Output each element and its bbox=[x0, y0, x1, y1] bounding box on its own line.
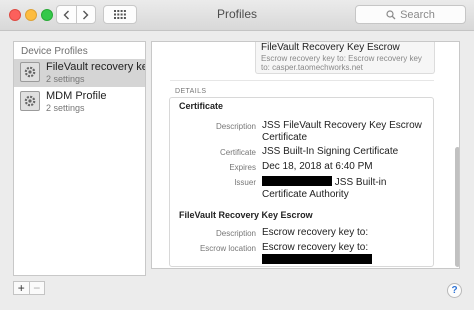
certificate-issuer-value: JSS Built-in Certificate Authority bbox=[262, 176, 432, 201]
add-profile-button[interactable]: + bbox=[14, 282, 29, 294]
certificate-name-value: JSS Built-In Signing Certificate bbox=[262, 146, 399, 157]
certificate-description-label: Description bbox=[215, 122, 256, 131]
profile-settings-count: 2 settings bbox=[46, 103, 85, 113]
search-input[interactable]: Search bbox=[355, 5, 466, 24]
certificate-expires-label: Expires bbox=[229, 163, 256, 172]
profiles-sidebar: Device Profiles FileVault recovery key r… bbox=[13, 41, 146, 276]
help-button[interactable]: ? bbox=[447, 283, 462, 298]
escrow-description-value: Escrow recovery key to: bbox=[262, 227, 369, 238]
redacted-text bbox=[262, 254, 372, 264]
search-icon bbox=[386, 9, 396, 19]
escrow-location-label: Escrow location bbox=[199, 244, 256, 253]
payload-summary-description: Escrow recovery key to: Escrow recovery … bbox=[261, 54, 422, 72]
sidebar-item-mdm-profile[interactable]: MDM Profile 2 settings bbox=[14, 88, 145, 116]
gear-icon bbox=[20, 62, 40, 82]
detail-scrollbar[interactable] bbox=[455, 147, 459, 267]
gear-icon bbox=[20, 91, 40, 111]
search-placeholder: Search bbox=[400, 8, 435, 21]
escrow-location-value: Escrow recovery key to: bbox=[262, 242, 432, 267]
sidebar-section-header: Device Profiles bbox=[21, 46, 88, 57]
sidebar-item-filevault-profile[interactable]: FileVault recovery key re 2 settings bbox=[14, 59, 145, 87]
divider bbox=[170, 80, 434, 81]
certificate-description-value: JSS FileVault Recovery Key Escrow Certif… bbox=[262, 120, 422, 143]
escrow-section-title: FileVault Recovery Key Escrow bbox=[179, 210, 313, 220]
remove-profile-button[interactable]: − bbox=[28, 282, 45, 294]
payload-summary-title: FileVault Recovery Key Escrow bbox=[261, 42, 400, 53]
details-section-header: DETAILS bbox=[175, 88, 207, 95]
title-bar: Profiles Search bbox=[0, 0, 474, 31]
certificate-issuer-label: Issuer bbox=[234, 178, 256, 187]
certificate-expires-value: Dec 18, 2018 at 6:40 PM bbox=[262, 161, 373, 172]
profile-name: MDM Profile bbox=[46, 90, 107, 102]
redacted-text bbox=[262, 176, 332, 186]
escrow-description-label: Description bbox=[215, 229, 256, 238]
sidebar-add-remove-control: + − bbox=[13, 281, 45, 295]
certificate-name-label: Certificate bbox=[219, 148, 256, 157]
escrow-location-text: Escrow recovery key to: bbox=[262, 242, 369, 253]
details-box: Certificate Description JSS FileVault Re… bbox=[169, 97, 434, 267]
payload-summary-card: FileVault Recovery Key Escrow Escrow rec… bbox=[255, 42, 435, 74]
profile-settings-count: 2 settings bbox=[46, 74, 85, 84]
profile-name: FileVault recovery key re bbox=[46, 61, 145, 73]
certificate-section-title: Certificate bbox=[179, 101, 224, 111]
profile-detail-pane: FileVault Recovery Key Escrow Escrow rec… bbox=[151, 41, 460, 269]
